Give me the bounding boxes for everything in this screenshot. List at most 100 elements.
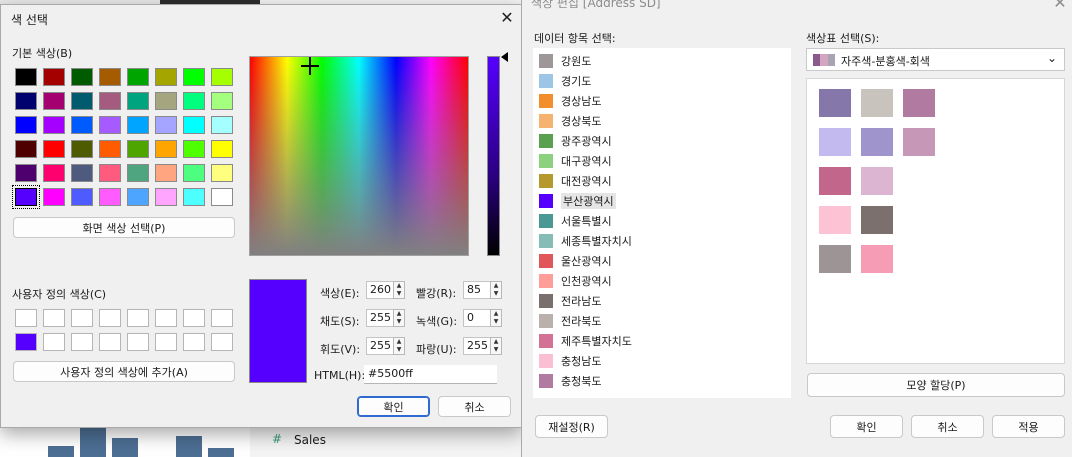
apply-button[interactable]: 적용 xyxy=(992,415,1065,438)
palette-swatch[interactable] xyxy=(861,167,893,195)
basic-color-swatch[interactable] xyxy=(15,92,37,110)
ok-button[interactable]: 확인 xyxy=(357,396,430,417)
palette-swatch[interactable] xyxy=(903,128,935,156)
red-spinner[interactable]: ▲ ▼ xyxy=(490,281,502,299)
red-input[interactable]: 85 xyxy=(463,281,491,299)
basic-color-swatch[interactable] xyxy=(71,116,93,134)
list-item[interactable]: 세종특별자치시 xyxy=(539,232,632,250)
blue-spinner[interactable]: ▲ ▼ xyxy=(490,337,502,355)
custom-color-swatch[interactable] xyxy=(15,333,37,351)
list-item[interactable]: 광주광역시 xyxy=(539,132,612,150)
basic-color-swatch[interactable] xyxy=(211,116,233,134)
basic-color-swatch[interactable] xyxy=(43,140,65,158)
basic-color-swatch[interactable] xyxy=(127,116,149,134)
basic-color-swatch[interactable] xyxy=(71,140,93,158)
basic-color-swatch[interactable] xyxy=(127,92,149,110)
basic-color-swatch[interactable] xyxy=(183,68,205,86)
list-item[interactable]: 울산광역시 xyxy=(539,252,612,270)
reset-button[interactable]: 재설정(R) xyxy=(535,415,608,438)
hue-spinner[interactable]: ▲ ▼ xyxy=(393,281,405,299)
basic-color-swatch[interactable] xyxy=(43,188,65,206)
basic-color-swatch[interactable] xyxy=(15,140,37,158)
html-input[interactable]: #5500ff xyxy=(364,365,497,384)
basic-color-swatch[interactable] xyxy=(99,68,121,86)
custom-color-swatch[interactable] xyxy=(71,333,93,351)
basic-color-swatch[interactable] xyxy=(127,188,149,206)
list-item[interactable]: 인천광역시 xyxy=(539,272,612,290)
basic-color-swatch[interactable] xyxy=(155,140,177,158)
custom-color-swatch[interactable] xyxy=(99,309,121,327)
luminance-slider[interactable] xyxy=(487,56,500,256)
basic-color-swatch[interactable] xyxy=(183,164,205,182)
basic-color-swatch[interactable] xyxy=(211,164,233,182)
custom-color-swatch[interactable] xyxy=(99,333,121,351)
list-item[interactable]: 제주특별자치도 xyxy=(539,332,632,350)
assign-palette-button[interactable]: 모양 할당(P) xyxy=(807,373,1065,397)
custom-color-swatch[interactable] xyxy=(71,309,93,327)
basic-color-swatch[interactable] xyxy=(211,68,233,86)
list-item[interactable]: 충청북도 xyxy=(539,372,601,390)
lum-spinner[interactable]: ▲ ▼ xyxy=(393,337,405,355)
basic-color-swatch[interactable] xyxy=(155,164,177,182)
green-spinner[interactable]: ▲ ▼ xyxy=(490,309,502,327)
custom-color-swatch[interactable] xyxy=(127,309,149,327)
basic-color-swatch[interactable] xyxy=(127,164,149,182)
sat-input[interactable]: 255 xyxy=(366,309,394,327)
background-sales-field[interactable]: # Sales xyxy=(250,428,520,457)
basic-color-swatch[interactable] xyxy=(43,92,65,110)
palette-select[interactable]: 자주색-분홍색-회색 ⌄ xyxy=(806,48,1065,71)
custom-color-swatch[interactable] xyxy=(183,333,205,351)
ok-button[interactable]: 확인 xyxy=(830,415,903,438)
basic-color-swatch[interactable] xyxy=(99,140,121,158)
basic-color-swatch[interactable] xyxy=(43,116,65,134)
basic-color-swatch[interactable] xyxy=(183,140,205,158)
palette-swatch[interactable] xyxy=(861,89,893,117)
pick-screen-color-button[interactable]: 화면 색상 선택(P) xyxy=(13,217,235,238)
custom-color-swatch[interactable] xyxy=(211,309,233,327)
basic-color-swatch[interactable] xyxy=(71,92,93,110)
basic-color-swatch[interactable] xyxy=(155,68,177,86)
basic-color-swatch[interactable] xyxy=(183,116,205,134)
spectrum-crosshair-icon[interactable] xyxy=(301,57,319,75)
list-item[interactable]: 서울특별시 xyxy=(539,212,612,230)
basic-color-swatch[interactable] xyxy=(15,164,37,182)
luminance-arrow-icon[interactable] xyxy=(501,52,508,62)
color-spectrum[interactable] xyxy=(249,56,469,256)
basic-color-swatch[interactable] xyxy=(99,164,121,182)
sat-spinner[interactable]: ▲ ▼ xyxy=(393,309,405,327)
custom-color-swatch[interactable] xyxy=(43,309,65,327)
palette-swatch[interactable] xyxy=(819,245,851,273)
basic-color-swatch[interactable] xyxy=(43,68,65,86)
palette-swatch[interactable] xyxy=(861,206,893,234)
custom-color-swatch[interactable] xyxy=(15,309,37,327)
close-button[interactable]: ✕ xyxy=(1048,0,1072,13)
custom-color-swatch[interactable] xyxy=(155,333,177,351)
basic-color-swatch[interactable] xyxy=(15,116,37,134)
basic-color-swatch[interactable] xyxy=(99,188,121,206)
cancel-button[interactable]: 취소 xyxy=(438,396,511,417)
blue-input[interactable]: 255 xyxy=(463,337,491,355)
basic-color-swatch[interactable] xyxy=(71,68,93,86)
list-item[interactable]: 전라북도 xyxy=(539,312,601,330)
add-custom-color-button[interactable]: 사용자 정의 색상에 추가(A) xyxy=(13,361,235,382)
hue-input[interactable]: 260 xyxy=(366,281,394,299)
palette-swatch[interactable] xyxy=(903,89,935,117)
custom-color-swatch[interactable] xyxy=(155,309,177,327)
custom-color-swatch[interactable] xyxy=(43,333,65,351)
basic-color-swatch[interactable] xyxy=(99,116,121,134)
basic-color-swatch[interactable] xyxy=(155,116,177,134)
palette-swatch[interactable] xyxy=(819,89,851,117)
palette-swatch[interactable] xyxy=(819,206,851,234)
lum-input[interactable]: 255 xyxy=(366,337,394,355)
close-button[interactable]: ✕ xyxy=(495,8,519,30)
list-item[interactable]: 충청남도 xyxy=(539,352,601,370)
custom-color-swatch[interactable] xyxy=(127,333,149,351)
list-item[interactable]: 경상북도 xyxy=(539,112,601,130)
basic-color-swatch[interactable] xyxy=(71,164,93,182)
custom-color-swatch[interactable] xyxy=(183,309,205,327)
list-item[interactable]: 경상남도 xyxy=(539,92,601,110)
list-item[interactable]: 강원도 xyxy=(539,52,591,70)
basic-color-swatch[interactable] xyxy=(155,188,177,206)
basic-color-swatch[interactable] xyxy=(211,92,233,110)
green-input[interactable]: 0 xyxy=(463,309,491,327)
